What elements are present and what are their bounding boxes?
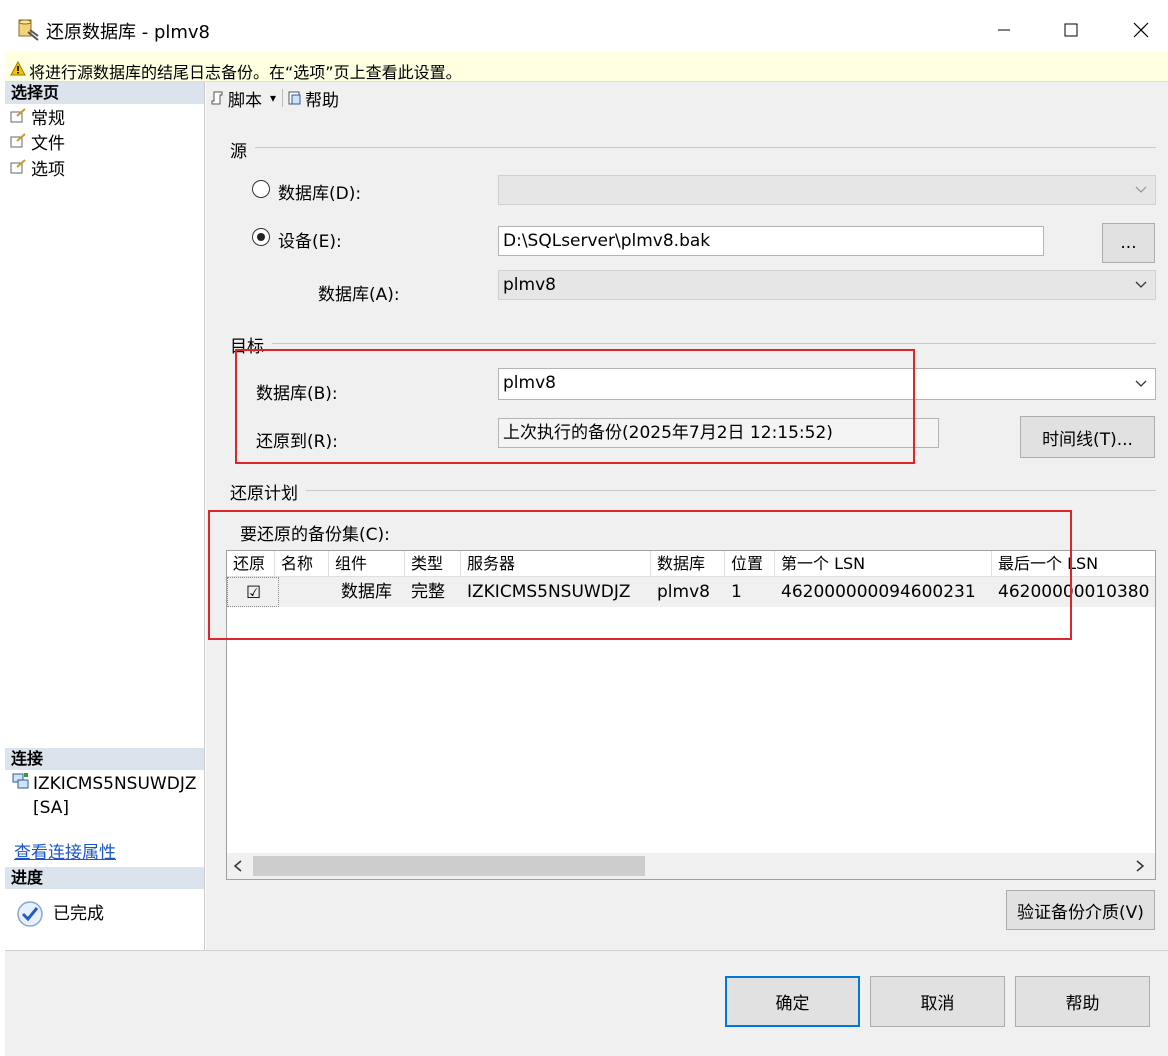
column-header[interactable]: 服务器 xyxy=(461,551,651,577)
table-cell: 462000000094600231 xyxy=(775,577,992,607)
script-icon xyxy=(211,91,223,105)
maximize-icon xyxy=(1064,23,1078,37)
left-pane: 选择页 常规 文件 选项 连接 IZKICMS5NSUWDJZ [SA] 查看连… xyxy=(5,82,205,950)
warning-icon xyxy=(10,61,26,76)
minimize-icon xyxy=(998,29,1010,31)
page-icon xyxy=(10,108,26,123)
database-a-label: 数据库(A): xyxy=(318,285,400,305)
horizontal-scrollbar[interactable] xyxy=(227,853,1155,879)
restore-checkbox[interactable]: ☑ xyxy=(227,577,279,607)
ok-button[interactable]: 确定 xyxy=(725,976,860,1027)
scrollbar-thumb[interactable] xyxy=(253,856,645,876)
database-radio-label: 数据库(D): xyxy=(278,184,362,204)
column-header[interactable]: 还原 xyxy=(227,551,275,577)
progress-status: 已完成 xyxy=(53,904,104,924)
device-radio-label: 设备(E): xyxy=(278,232,342,252)
column-header[interactable]: 组件 xyxy=(329,551,405,577)
connection-server: IZKICMS5NSUWDJZ [SA] xyxy=(33,774,197,818)
restore-to-label: 还原到(R): xyxy=(256,432,338,452)
column-header[interactable]: 类型 xyxy=(405,551,461,577)
chevron-down-icon xyxy=(1133,176,1149,204)
nav-item-general[interactable]: 常规 xyxy=(9,104,65,129)
toolbar: 脚本 ▾ 帮助 xyxy=(206,82,1168,114)
page-icon xyxy=(10,159,26,174)
browse-device-button[interactable]: ... xyxy=(1102,223,1155,263)
target-database-label: 数据库(B): xyxy=(256,384,338,404)
table-cell: 数据库 xyxy=(329,577,405,607)
table-cell xyxy=(279,577,329,607)
backup-sets-grid[interactable]: 还原 名称 组件 类型 服务器 数据库 位置 第一个 LSN 最后一个 LSN … xyxy=(226,550,1156,880)
target-database-combo[interactable]: plmv8 xyxy=(498,368,1156,400)
column-header[interactable]: 最后一个 LSN xyxy=(992,551,1155,577)
connection-header: 连接 xyxy=(5,748,204,770)
scroll-left-icon[interactable] xyxy=(233,860,243,872)
table-cell: 46200000010380 xyxy=(992,577,1155,607)
script-label: 脚本 xyxy=(228,90,262,111)
backup-sets-label: 要还原的备份集(C): xyxy=(240,525,390,545)
device-radio[interactable] xyxy=(252,228,270,246)
close-button[interactable] xyxy=(1118,14,1164,46)
nav-item-label: 常规 xyxy=(31,108,65,129)
chevron-down-icon xyxy=(1133,271,1149,299)
column-header[interactable]: 位置 xyxy=(725,551,775,577)
restore-plan-group-label: 还原计划 xyxy=(230,479,306,504)
help-label: 帮助 xyxy=(305,90,340,111)
script-button[interactable]: 脚本 ▾ xyxy=(210,86,276,111)
chevron-down-icon xyxy=(1133,369,1149,399)
close-icon xyxy=(1133,22,1149,38)
script-dropdown-icon[interactable]: ▾ xyxy=(270,91,276,105)
title-bar: 还原数据库 - plmv8 xyxy=(0,0,1168,52)
help-button[interactable]: 帮助 xyxy=(1015,976,1150,1027)
check-circle-icon xyxy=(17,901,43,927)
timeline-button[interactable]: 时间线(T)... xyxy=(1020,416,1155,458)
table-cell: 1 xyxy=(725,577,775,607)
database-radio[interactable] xyxy=(252,180,270,198)
bottom-button-bar: 确定 取消 帮助 xyxy=(5,950,1168,1056)
help-icon xyxy=(288,91,301,105)
restore-database-icon xyxy=(18,19,39,41)
nav-item-label: 文件 xyxy=(31,133,65,154)
warning-text: 将进行源数据库的结尾日志备份。在“选项”页上查看此设置。 xyxy=(29,63,462,82)
restore-to-field: 上次执行的备份(2025年7月2日 12:15:52) xyxy=(498,418,939,448)
column-header[interactable]: 第一个 LSN xyxy=(775,551,992,577)
table-cell: plmv8 xyxy=(651,577,725,607)
database-a-combo[interactable]: plmv8 xyxy=(498,270,1156,300)
warning-bar: 将进行源数据库的结尾日志备份。在“选项”页上查看此设置。 xyxy=(5,52,1168,82)
table-cell: 完整 xyxy=(405,577,461,607)
help-toolbar-button[interactable]: 帮助 xyxy=(287,86,339,111)
device-path-field[interactable]: D:\SQLserver\plmv8.bak xyxy=(498,226,1044,256)
right-pane: 脚本 ▾ 帮助 源 数据库(D): 设备(E): D:\SQLserver\pl… xyxy=(206,82,1168,950)
nav-item-options[interactable]: 选项 xyxy=(9,155,65,180)
target-group-label: 目标 xyxy=(230,332,272,357)
window-title: 还原数据库 - plmv8 xyxy=(46,22,211,43)
source-database-combo[interactable] xyxy=(498,175,1156,205)
page-icon xyxy=(10,133,26,148)
minimize-button[interactable] xyxy=(981,14,1027,46)
view-connection-properties-link[interactable]: 查看连接属性 xyxy=(14,838,116,863)
verify-backup-media-button[interactable]: 验证备份介质(V) xyxy=(1006,890,1155,930)
column-header[interactable]: 名称 xyxy=(275,551,329,577)
select-page-header: 选择页 xyxy=(5,82,204,104)
source-group-label: 源 xyxy=(230,137,255,162)
column-header[interactable]: 数据库 xyxy=(651,551,725,577)
progress-header: 进度 xyxy=(5,867,204,889)
nav-item-files[interactable]: 文件 xyxy=(9,129,65,154)
table-cell: IZKICMS5NSUWDJZ xyxy=(461,577,651,607)
cancel-button[interactable]: 取消 xyxy=(870,976,1005,1027)
nav-item-label: 选项 xyxy=(31,159,65,180)
scroll-right-icon[interactable] xyxy=(1135,860,1145,872)
maximize-button[interactable] xyxy=(1048,14,1094,46)
server-icon xyxy=(12,773,29,789)
